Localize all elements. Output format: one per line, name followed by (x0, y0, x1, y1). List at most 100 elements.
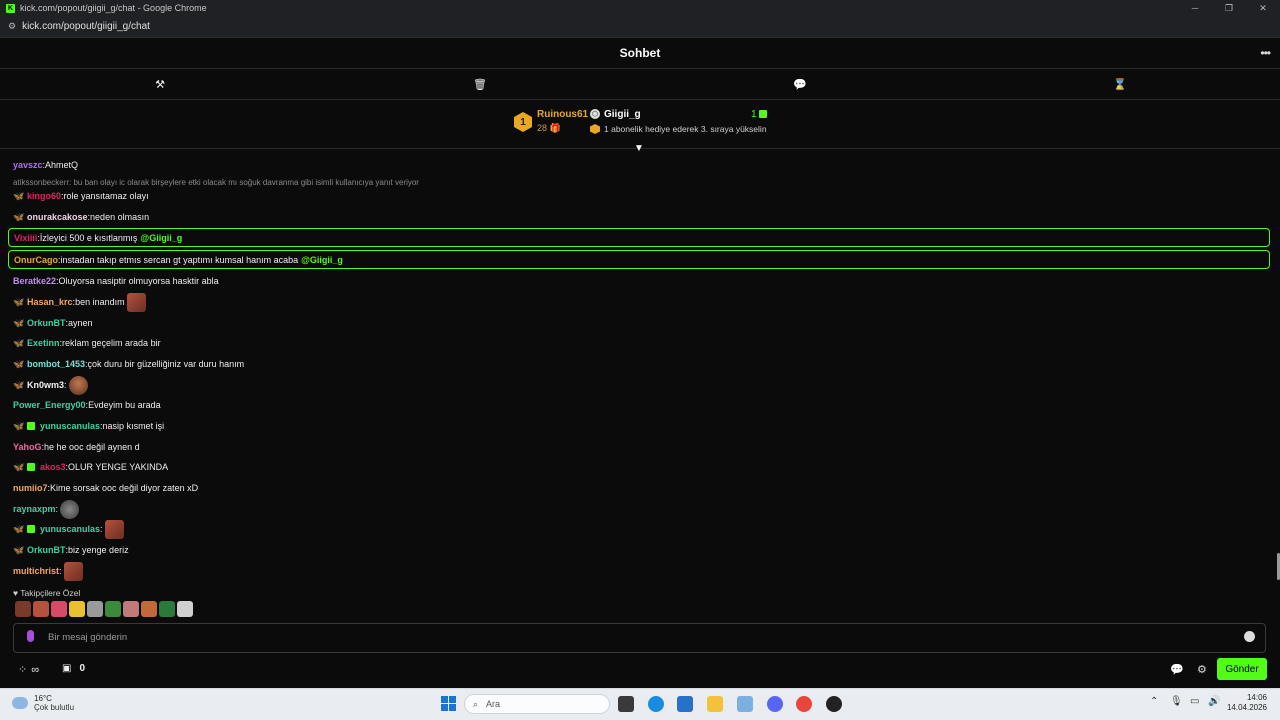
send-button[interactable]: Gönder (1217, 658, 1267, 680)
minimize-button[interactable]: ─ (1178, 0, 1212, 16)
store-button[interactable]: ▣ 0 (62, 663, 85, 674)
chat-input-box[interactable] (13, 623, 1266, 653)
chat-input[interactable]: Bir mesaj gönderin (48, 632, 127, 643)
follower-emote[interactable] (33, 601, 49, 617)
clock[interactable]: 14:06 14.04.2026 (1225, 693, 1267, 713)
chat-message[interactable]: 🦋 OrkunBT: biz yenge deriz (13, 543, 129, 557)
address-bar[interactable]: ⚙ kick.com/popout/giigii_g/chat (0, 16, 1280, 38)
chat-bubble-icon[interactable]: 💬 (1170, 663, 1184, 676)
butterfly-badge-icon[interactable]: 🦋 (13, 359, 24, 369)
chat-message[interactable]: 🦋 Exetinn: reklam geçelim arada bir (13, 336, 161, 350)
chat-username[interactable]: bombot_1453 (27, 359, 85, 369)
microphone-tray-icon[interactable]: 🎙 (1170, 696, 1183, 707)
chat-username[interactable]: onurakcakose (27, 212, 88, 222)
butterfly-badge-icon[interactable]: 🦋 (13, 297, 24, 307)
chat-message[interactable]: 🦋 akos3: OLUR YENGE YAKINDA (13, 460, 168, 474)
follower-emote[interactable] (51, 601, 67, 617)
hourglass-icon[interactable]: ⌛ (960, 69, 1280, 99)
chat-username[interactable]: kingo60 (27, 191, 61, 201)
emote-image[interactable] (68, 375, 88, 395)
chat-username[interactable]: multichrist (13, 566, 59, 576)
emoji-icon[interactable] (1244, 631, 1255, 642)
emote-image[interactable] (104, 519, 124, 539)
streamer-name[interactable]: Giigii_g (604, 109, 641, 120)
chat-username[interactable]: OrkunBT (27, 318, 66, 328)
task-view-icon[interactable] (618, 696, 634, 712)
edge-icon[interactable] (648, 696, 664, 712)
subscriber-badge-icon[interactable] (27, 422, 35, 430)
chat-username[interactable]: yunuscanulas (40, 421, 100, 431)
chat-message[interactable]: Vixiiii: İzleyici 500 e kısıtlanmış @Giig… (14, 231, 182, 245)
emote-image[interactable] (63, 561, 83, 581)
chat-message[interactable]: Beratke22: Oluyorsa nasiptir olmuyorsa h… (13, 274, 219, 288)
gear-icon[interactable]: ⚙ (1197, 663, 1207, 676)
mention-tag[interactable]: @Giigii_g (301, 255, 343, 265)
follower-emote[interactable] (141, 601, 157, 617)
mention-tag[interactable]: @Giigii_g (140, 233, 182, 243)
chat-username[interactable]: Hasan_krc (27, 297, 73, 307)
windows-start-icon[interactable] (441, 696, 456, 711)
chat-message[interactable]: raynaxpm: (13, 499, 80, 519)
obs-icon[interactable] (826, 696, 842, 712)
tray-chevron-icon[interactable]: ⌃ (1150, 696, 1158, 707)
chat-message[interactable]: 🦋 yunuscanulas: (13, 519, 124, 539)
maximize-button[interactable]: ❐ (1212, 0, 1246, 16)
chat-username[interactable]: raynaxpm (13, 504, 56, 514)
follower-emote[interactable] (87, 601, 103, 617)
chat-message[interactable]: YahoG: he he ooc değil aynen d (13, 440, 140, 454)
chat-username[interactable]: numiio7 (13, 483, 48, 493)
chat-message[interactable]: 🦋 bombot_1453: çok duru bir güzelliğiniz … (13, 357, 244, 371)
butterfly-badge-icon[interactable]: 🦋 (13, 338, 24, 348)
chrome-icon[interactable] (796, 696, 812, 712)
ban-hammer-icon[interactable]: ⚒ (0, 69, 320, 99)
chat-message[interactable]: 🦋 yunuscanulas: nasip kısmet işi (13, 419, 164, 433)
chat-bubble-icon[interactable]: 💬 (640, 69, 960, 99)
microphone-icon[interactable] (27, 630, 34, 642)
chat-username[interactable]: akos3 (40, 462, 66, 472)
app-icon[interactable] (737, 696, 753, 712)
butterfly-badge-icon[interactable]: 🦋 (13, 380, 24, 390)
butterfly-badge-icon[interactable]: 🦋 (13, 421, 24, 431)
chat-username[interactable]: Kn0wm3 (27, 380, 64, 390)
channel-points[interactable]: ⁘ ∞ (18, 663, 39, 677)
trash-icon[interactable]: 🗑 (320, 69, 640, 99)
close-button[interactable]: ✕ (1246, 0, 1280, 16)
weather-widget[interactable]: 16°C Çok bulutlu (12, 694, 74, 712)
chat-username[interactable]: Vixiiii (14, 233, 37, 243)
chat-message[interactable]: yavszc: AhmetQ (13, 158, 78, 172)
emote-image[interactable] (60, 499, 80, 519)
butterfly-badge-icon[interactable]: 🦋 (13, 462, 24, 472)
discord-icon[interactable] (767, 696, 783, 712)
chat-username[interactable]: Power_Energy00 (13, 400, 86, 410)
subscriber-badge-icon[interactable] (27, 463, 35, 471)
follower-emote[interactable] (15, 601, 31, 617)
chat-message[interactable]: Power_Energy00: Evdeyim bu arada (13, 398, 161, 412)
top-gifter-name[interactable]: Ruinous61 (537, 109, 588, 120)
butterfly-badge-icon[interactable]: 🦋 (13, 212, 24, 222)
chat-message[interactable]: numiio7: Kime sorsak ooc değil diyor zat… (13, 481, 198, 495)
chat-username[interactable]: OrkunBT (27, 545, 66, 555)
chat-message[interactable]: 🦋 Hasan_krc: ben inandım (13, 292, 146, 312)
file-explorer-icon[interactable] (707, 696, 723, 712)
butterfly-badge-icon[interactable]: 🦋 (13, 318, 24, 328)
subscriber-badge-icon[interactable] (27, 525, 35, 533)
chat-message[interactable]: multichrist: (13, 561, 83, 581)
network-icon[interactable]: ▭ (1190, 696, 1199, 707)
chat-message[interactable]: 🦋 onurakcakose: neden olmasın (13, 210, 149, 224)
chat-message[interactable]: 🦋 OrkunBT: aynen (13, 316, 93, 330)
follower-emote[interactable] (69, 601, 85, 617)
chat-username[interactable]: yunuscanulas (40, 524, 100, 534)
chat-username[interactable]: yavszc (13, 160, 43, 170)
butterfly-badge-icon[interactable]: 🦋 (13, 191, 24, 201)
follower-emote[interactable] (123, 601, 139, 617)
emote-image[interactable] (126, 292, 146, 312)
chat-username[interactable]: OnurCago (14, 255, 58, 265)
follower-emote[interactable] (177, 601, 193, 617)
follower-emote[interactable] (105, 601, 121, 617)
chat-message[interactable]: OnurCago: instadan takıp etmıs sercan gt… (14, 253, 343, 267)
chat-message[interactable]: 🦋 kingo60: role yansıtamaz olayı (13, 189, 149, 203)
taskbar-search[interactable]: ⌕ Ara (464, 694, 610, 714)
chat-username[interactable]: Exetinn (27, 338, 60, 348)
collapse-icon[interactable]: ▼ (634, 143, 644, 154)
butterfly-badge-icon[interactable]: 🦋 (13, 545, 24, 555)
